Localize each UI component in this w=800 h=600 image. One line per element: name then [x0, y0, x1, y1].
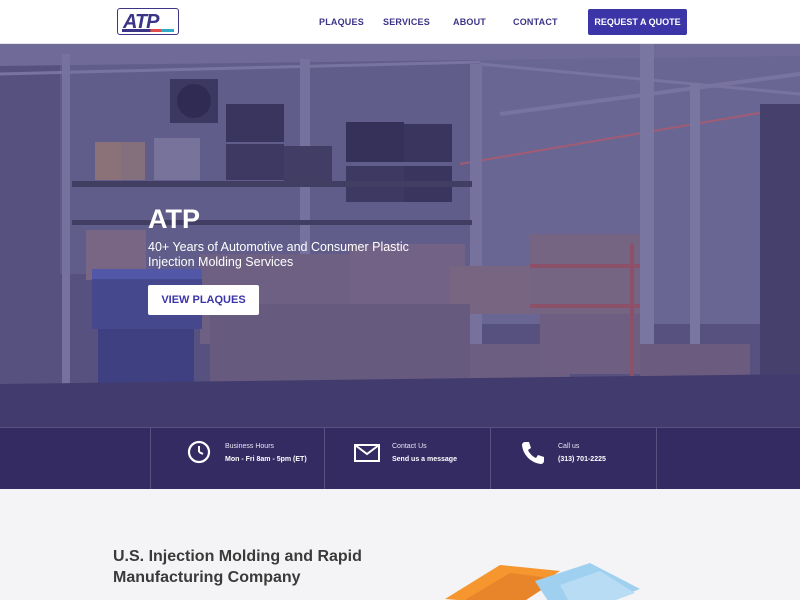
hours-label: Business Hours	[225, 443, 275, 450]
request-quote-button[interactable]: REQUEST A QUOTE	[588, 9, 687, 35]
section-heading: U.S. Injection Molding and Rapid Manufac…	[113, 548, 362, 586]
product-image	[445, 563, 640, 600]
call-label: Call us	[558, 443, 580, 450]
contact-value: Send us a message	[392, 456, 457, 463]
nav-about[interactable]: ABOUT	[453, 17, 486, 27]
info-divider	[656, 428, 657, 490]
clock-icon	[187, 440, 211, 464]
logo-stripe	[122, 29, 174, 32]
contact-label: Contact Us	[392, 443, 427, 450]
nav-services[interactable]: SERVICES	[383, 17, 430, 27]
hero-subtitle: 40+ Years of Automotive and Consumer Pla…	[148, 240, 409, 269]
hero-title: ATP	[148, 204, 200, 234]
info-divider	[150, 428, 151, 490]
nav-contact[interactable]: CONTACT	[513, 17, 558, 27]
site-header: ATP PLAQUES SERVICES ABOUT CONTACT REQUE…	[0, 0, 800, 44]
intro-section: U.S. Injection Molding and Rapid Manufac…	[0, 489, 800, 600]
hero-banner: ATP 40+ Years of Automotive and Consumer…	[0, 44, 800, 489]
call-value: (313) 701-2225	[558, 456, 606, 463]
atp-logo[interactable]: ATP	[117, 8, 179, 35]
hours-value: Mon - Fri 8am - 5pm (ET)	[225, 456, 307, 463]
envelope-icon	[354, 444, 380, 462]
info-divider	[324, 428, 325, 490]
phone-icon	[522, 442, 544, 464]
view-plaques-button[interactable]: VIEW PLAQUES	[148, 285, 259, 315]
info-divider	[490, 428, 491, 490]
nav-plaques[interactable]: PLAQUES	[319, 17, 364, 27]
info-bar: Business Hours Mon - Fri 8am - 5pm (ET) …	[0, 427, 800, 490]
